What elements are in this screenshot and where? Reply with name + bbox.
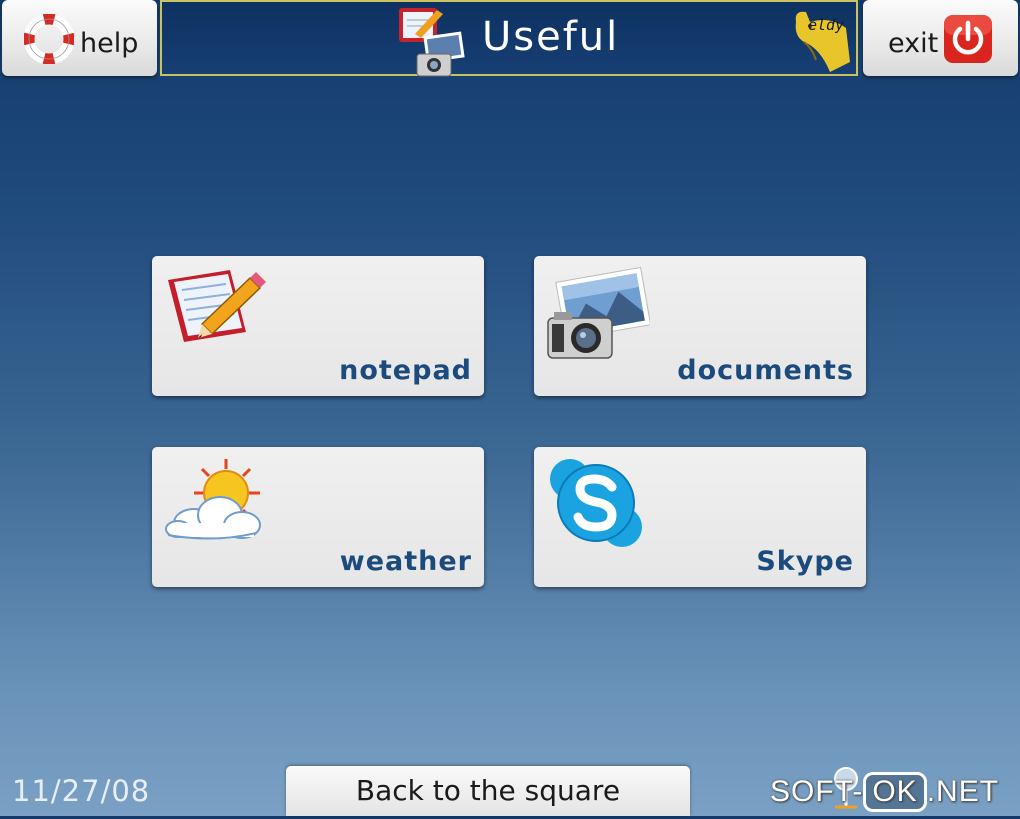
documents-tile[interactable]: documents [534,256,866,396]
watermark-right: .NET [926,775,1000,808]
back-to-square-label: Back to the square [355,774,621,807]
help-button[interactable]: help [2,0,157,76]
weather-label: weather [339,546,472,577]
notepad-icon [164,266,268,350]
exit-label: exit [888,28,939,59]
useful-category-icon [397,4,473,82]
weather-tile[interactable]: weather [152,447,484,587]
svg-text:eldy: eldy [808,16,844,34]
help-label: help [80,28,139,59]
watermark-left: SOFT- [770,775,864,808]
camera-photo-icon [546,266,652,370]
power-icon [943,14,993,68]
watermark: SOFT- OK .NET [770,772,999,812]
watermark-box: OK [863,772,927,812]
skype-icon [546,457,650,557]
notepad-label: notepad [339,355,472,386]
date-display: 11/27/08 [12,774,151,808]
page-title: Useful [482,14,620,60]
skype-label: Skype [756,546,854,577]
documents-label: documents [677,355,854,386]
exit-button[interactable]: exit [863,0,1018,76]
notepad-tile[interactable]: notepad [152,256,484,396]
back-to-square-button[interactable]: Back to the square [286,766,690,816]
title-bar: Useful eldy [160,0,858,77]
skype-tile[interactable]: Skype [534,447,866,587]
sun-cloud-icon [164,457,268,549]
lifebuoy-icon [23,13,75,68]
eldy-logo: eldy [790,8,856,76]
